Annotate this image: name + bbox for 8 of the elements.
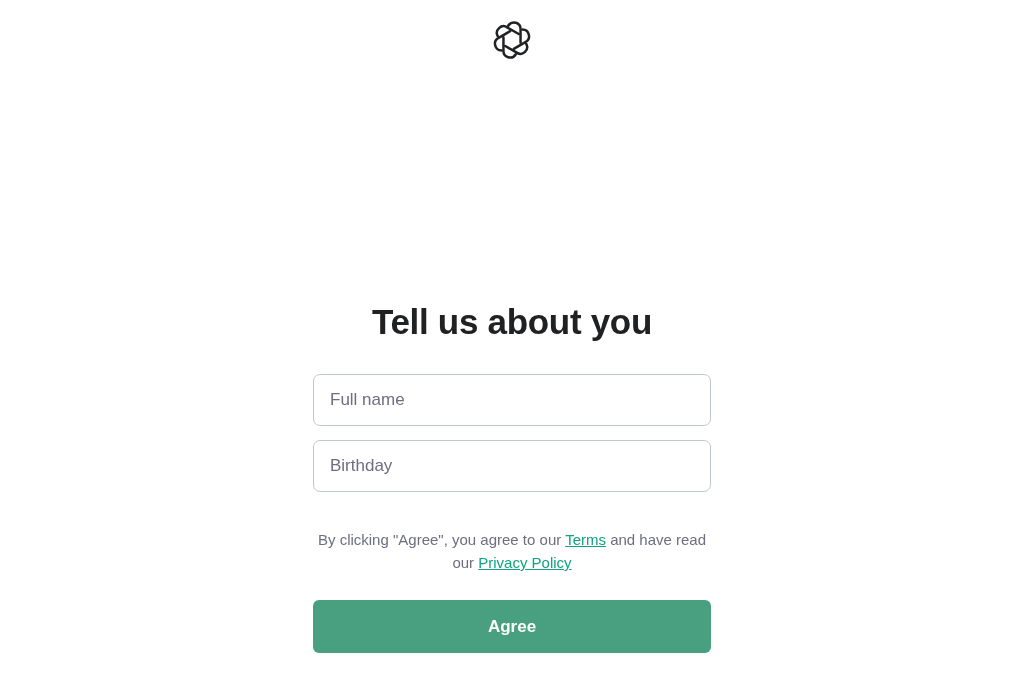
text-field[interactable]: Full name	[313, 374, 711, 426]
knot-icon	[493, 21, 531, 59]
terms-link[interactable]: Terms	[565, 531, 606, 548]
page-heading: Tell us about you	[371, 301, 653, 343]
text-field[interactable]: Birthday	[313, 440, 711, 492]
privacy-link[interactable]: Privacy Policy	[478, 554, 572, 571]
consent-text: By clicking "Agree", you agree to our Terms and have read our Privacy Policy	[316, 530, 708, 573]
agree-button[interactable]: Agree	[313, 600, 711, 653]
